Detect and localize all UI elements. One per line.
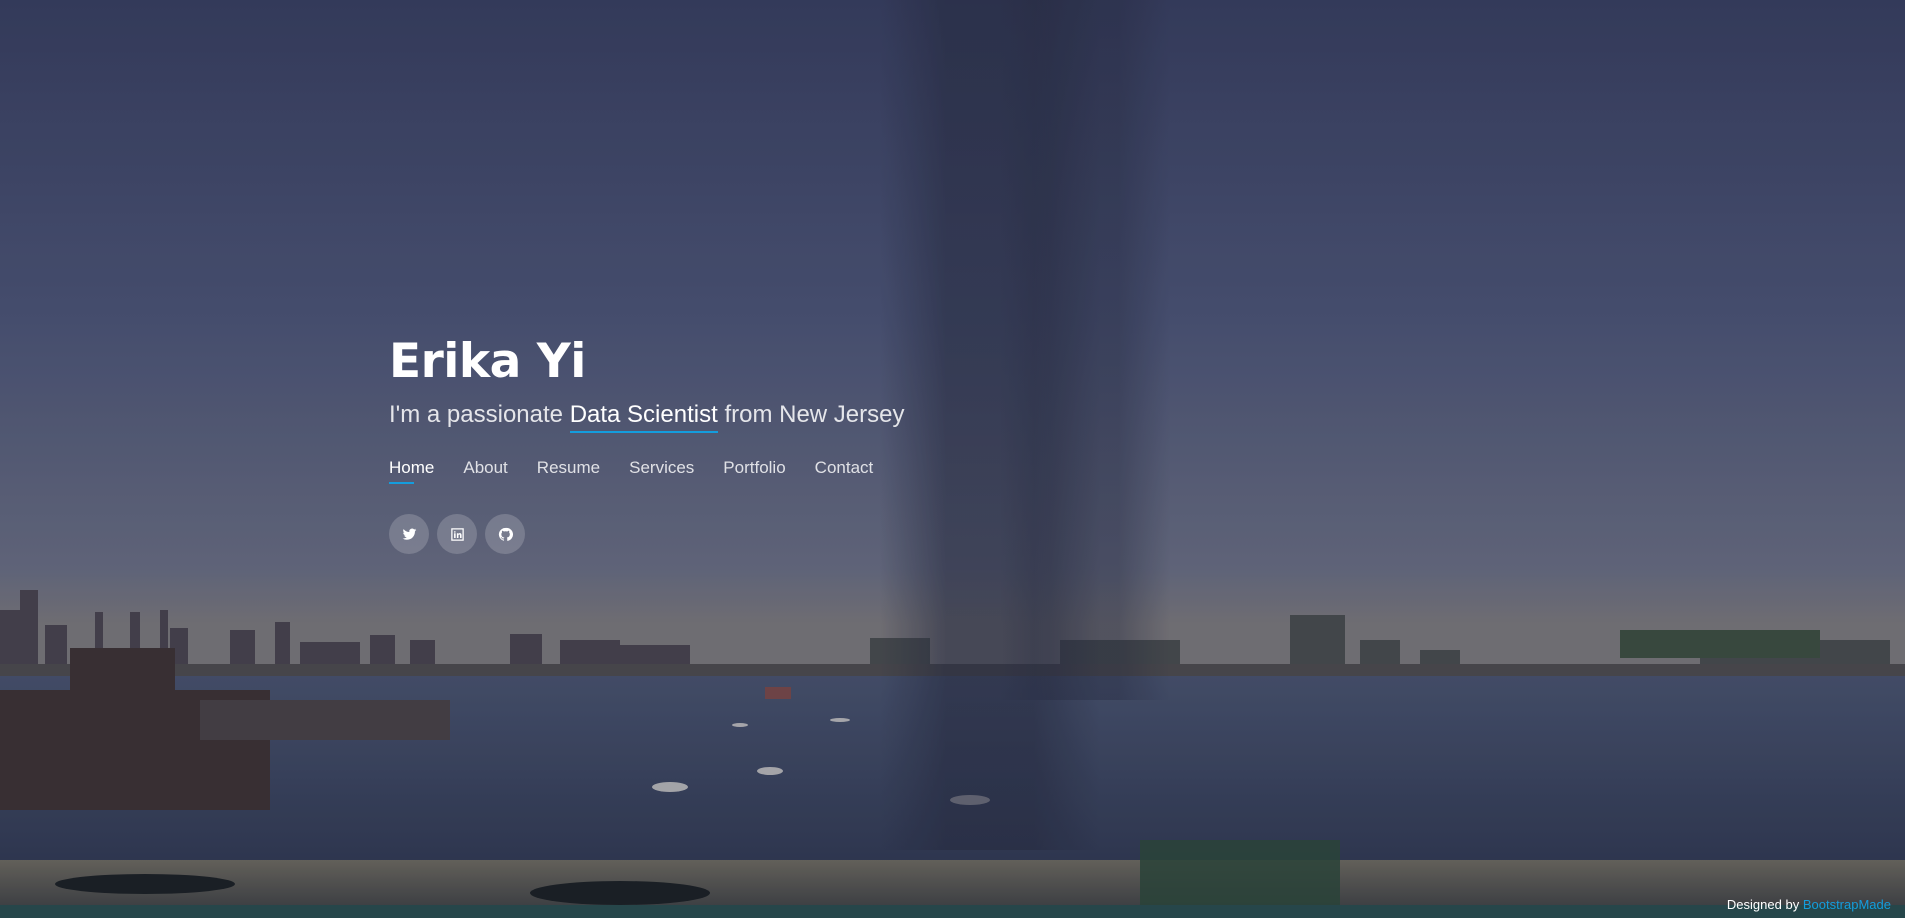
github-icon xyxy=(498,527,513,541)
nav-link-home[interactable]: Home xyxy=(389,458,434,484)
hero-content: Erika Yi I'm a passionate Data Scientist… xyxy=(389,332,904,554)
credits-prefix: Designed by xyxy=(1726,897,1800,912)
main-nav: Home About Resume Services Portfolio Con… xyxy=(389,458,904,484)
twitter-button[interactable] xyxy=(389,514,429,554)
nav-link-services[interactable]: Services xyxy=(629,458,694,482)
hero-overlay xyxy=(0,0,1905,918)
hero-name: Erika Yi xyxy=(389,334,586,389)
linkedin-icon xyxy=(450,527,464,541)
hero-tagline: I'm a passionate Data Scientist from New… xyxy=(389,398,905,433)
tagline-typed-text: Data Scientist xyxy=(569,401,718,433)
nav-link-about[interactable]: About xyxy=(463,458,507,482)
nav-link-portfolio[interactable]: Portfolio xyxy=(723,458,785,482)
linkedin-button[interactable] xyxy=(437,514,477,554)
social-links xyxy=(389,514,904,554)
nav-link-contact[interactable]: Contact xyxy=(815,458,874,482)
tagline-prefix: I'm a passionate xyxy=(389,401,564,428)
credits-link[interactable]: BootstrapMade xyxy=(1803,897,1891,912)
hero-section: Erika Yi I'm a passionate Data Scientist… xyxy=(0,0,1905,918)
nav-link-resume[interactable]: Resume xyxy=(537,458,600,482)
footer-credits: Designed by BootstrapMade xyxy=(1727,897,1891,912)
github-button[interactable] xyxy=(485,514,525,554)
tagline-suffix: from New Jersey xyxy=(724,401,905,428)
twitter-icon xyxy=(402,528,416,540)
